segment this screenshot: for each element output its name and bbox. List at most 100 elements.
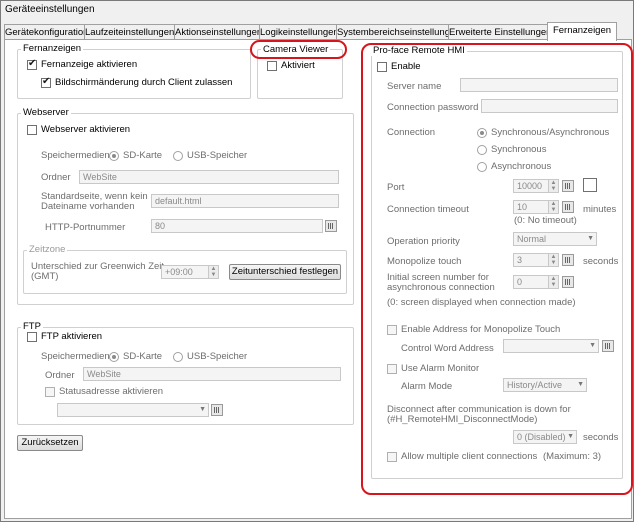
port-label: Port (387, 182, 405, 193)
zeit-input[interactable]: +09:00 ▲ ▼ (161, 265, 219, 279)
camera-enable-checkbox[interactable] (267, 61, 277, 71)
reset-button[interactable]: Zurücksetzen (17, 435, 83, 451)
tab-erweiterte-einstellungen[interactable]: Erweiterte Einstellungen (448, 24, 551, 40)
tab-laufzeiteinstellungen[interactable]: Laufzeiteinstellungen (84, 24, 175, 40)
fernanzeigen-title: Fernanzeigen (21, 43, 84, 54)
camera-enable-label: Aktiviert (281, 60, 315, 71)
enable-address-label: Enable Address for Monopolize Touch (401, 324, 561, 335)
webserver-port-keypad-icon[interactable] (325, 220, 337, 232)
server-name-input[interactable] (460, 78, 618, 92)
zeit-spin-icon[interactable]: ▲ ▼ (208, 266, 218, 278)
webserver-port-label: HTTP-Portnummer (45, 222, 126, 233)
webserver-speicher-label: Speichermedien (41, 150, 110, 161)
connection-sync-radio[interactable] (477, 145, 487, 155)
ftp-speicher-label: Speichermedien (41, 351, 110, 362)
monopolize-unit: seconds (583, 256, 619, 267)
priority-label: Operation priority (387, 236, 460, 247)
zeit-set-button[interactable]: Zeitunterschied festlegen (229, 264, 341, 280)
ftp-sd-radio[interactable] (109, 352, 119, 362)
conn-password-label: Connection password (387, 102, 479, 113)
timeout-input[interactable]: 10 ▲ ▼ (513, 200, 559, 214)
alarm-monitor-label: Use Alarm Monitor (401, 363, 480, 374)
fernanzeige-enable-checkbox[interactable] (27, 58, 37, 70)
webserver-standard-label: Standardseite, wenn kein Dateiname vorhan… (41, 191, 148, 212)
disconnect-unit: seconds (583, 432, 619, 443)
chevron-down-icon: ▼ (587, 235, 594, 242)
disconnect-dropdown[interactable]: 0 (Disabled) ▼ (513, 430, 577, 444)
remote-title: Pro-face Remote HMI (371, 45, 467, 56)
monopolize-spin-icon[interactable]: ▲ ▼ (548, 254, 558, 266)
tab-systembereichseinstellungen[interactable]: Systembereichseinstellungen (336, 24, 461, 40)
control-word-dropdown[interactable]: ▼ (503, 339, 599, 353)
multiple-clients-checkbox[interactable] (387, 452, 397, 462)
tab-aktionseinstellungen[interactable]: Aktionseinstellungen (174, 24, 262, 40)
chevron-down-icon: ▼ (199, 406, 206, 413)
ftp-status-label: Statusadresse aktivieren (59, 386, 164, 397)
remote-enable-label: Enable (391, 61, 421, 72)
monopolize-input[interactable]: 3 ▲ ▼ (513, 253, 559, 267)
webserver-usb-label: USB-Speicher (187, 150, 248, 161)
zeitzone-title: Zeitzone (27, 244, 68, 255)
allow-client-change-checkbox[interactable] (41, 76, 51, 88)
timeout-keypad-icon[interactable] (562, 201, 574, 213)
remote-enable-checkbox[interactable] (377, 62, 387, 72)
ftp-status-checkbox[interactable] (45, 387, 55, 397)
port-input[interactable]: 10000 ▲ ▼ (513, 179, 559, 193)
webserver-enable-label: Webserver aktivieren (41, 124, 131, 135)
port-keypad-icon[interactable] (562, 180, 574, 192)
initial-keypad-icon[interactable] (562, 276, 574, 288)
chevron-down-icon: ▼ (577, 381, 584, 388)
alarm-monitor-checkbox[interactable] (387, 364, 397, 374)
ftp-status-dropdown[interactable]: ▼ (57, 403, 209, 417)
tab-geraetekonfiguration[interactable]: Gerätekonfiguration (4, 24, 88, 40)
allow-client-change-label: Bildschirmänderung durch Client zulassen (55, 77, 233, 88)
webserver-usb-radio[interactable] (173, 151, 183, 161)
timeout-spin-icon[interactable]: ▲ ▼ (548, 201, 558, 213)
port-color-swatch[interactable] (583, 178, 597, 192)
control-word-keypad-icon[interactable] (602, 340, 614, 352)
initial-screen-input[interactable]: 0 ▲ ▼ (513, 275, 559, 289)
chevron-down-icon: ▼ (589, 342, 596, 349)
timeout-unit: minutes (583, 204, 617, 215)
conn-password-input[interactable] (481, 99, 618, 113)
control-word-label: Control Word Address (401, 343, 494, 354)
alarm-mode-label: Alarm Mode (401, 381, 453, 392)
webserver-sd-label: SD-Karte (123, 150, 163, 161)
connection-async-radio[interactable] (477, 162, 487, 172)
initial-screen-note: (0: screen displayed when connection mad… (387, 297, 576, 308)
connection-sync-async-radio[interactable] (477, 128, 487, 138)
tab-logikeinstellungen[interactable]: Logikeinstellungen (259, 24, 339, 40)
initial-spin-icon[interactable]: ▲ ▼ (548, 276, 558, 288)
ftp-usb-radio[interactable] (173, 352, 183, 362)
webserver-sd-radio[interactable] (109, 151, 119, 161)
tab-strip: Gerätekonfiguration Laufzeiteinstellunge… (4, 22, 631, 41)
alarm-mode-dropdown[interactable]: History/Active ▼ (503, 378, 587, 392)
connection-sync-label: Synchronous (491, 144, 547, 155)
ftp-status-keypad-icon[interactable] (211, 404, 223, 416)
initial-screen-label: Initial screen number for asynchronous co… (387, 272, 495, 293)
connection-label: Connection (387, 127, 436, 138)
enable-address-checkbox[interactable] (387, 325, 397, 335)
tab-panel: Fernanzeigen Fernanzeige aktivieren Bild… (4, 39, 633, 519)
webserver-standard-input[interactable]: default.html (151, 194, 339, 208)
monopolize-keypad-icon[interactable] (562, 254, 574, 266)
ftp-enable-checkbox[interactable] (27, 332, 37, 342)
tab-fernanzeigen[interactable]: Fernanzeigen (547, 22, 617, 41)
webserver-ordner-input[interactable]: WebSite (79, 170, 339, 184)
window-title: Geräteeinstellungen (5, 4, 95, 15)
webserver-enable-checkbox[interactable] (27, 125, 37, 135)
disconnect-label: Disconnect after communication is down f… (387, 404, 571, 425)
server-name-label: Server name (387, 81, 442, 92)
ftp-title: FTP (21, 321, 43, 332)
connection-async-label: Asynchronous (491, 161, 552, 172)
ftp-enable-label: FTP aktivieren (41, 331, 103, 342)
connection-sync-async-label: Synchronous/Asynchronous (491, 127, 610, 138)
settings-window: Geräteeinstellungen Gerätekonfiguration … (0, 0, 634, 522)
monopolize-label: Monopolize touch (387, 256, 462, 267)
ftp-ordner-input[interactable]: WebSite (83, 367, 341, 381)
webserver-ordner-label: Ordner (41, 172, 71, 183)
webserver-port-input[interactable]: 80 (151, 219, 323, 233)
timeout-note: (0: No timeout) (514, 215, 577, 226)
port-spin-icon[interactable]: ▲ ▼ (548, 180, 558, 192)
priority-dropdown[interactable]: Normal ▼ (513, 232, 597, 246)
